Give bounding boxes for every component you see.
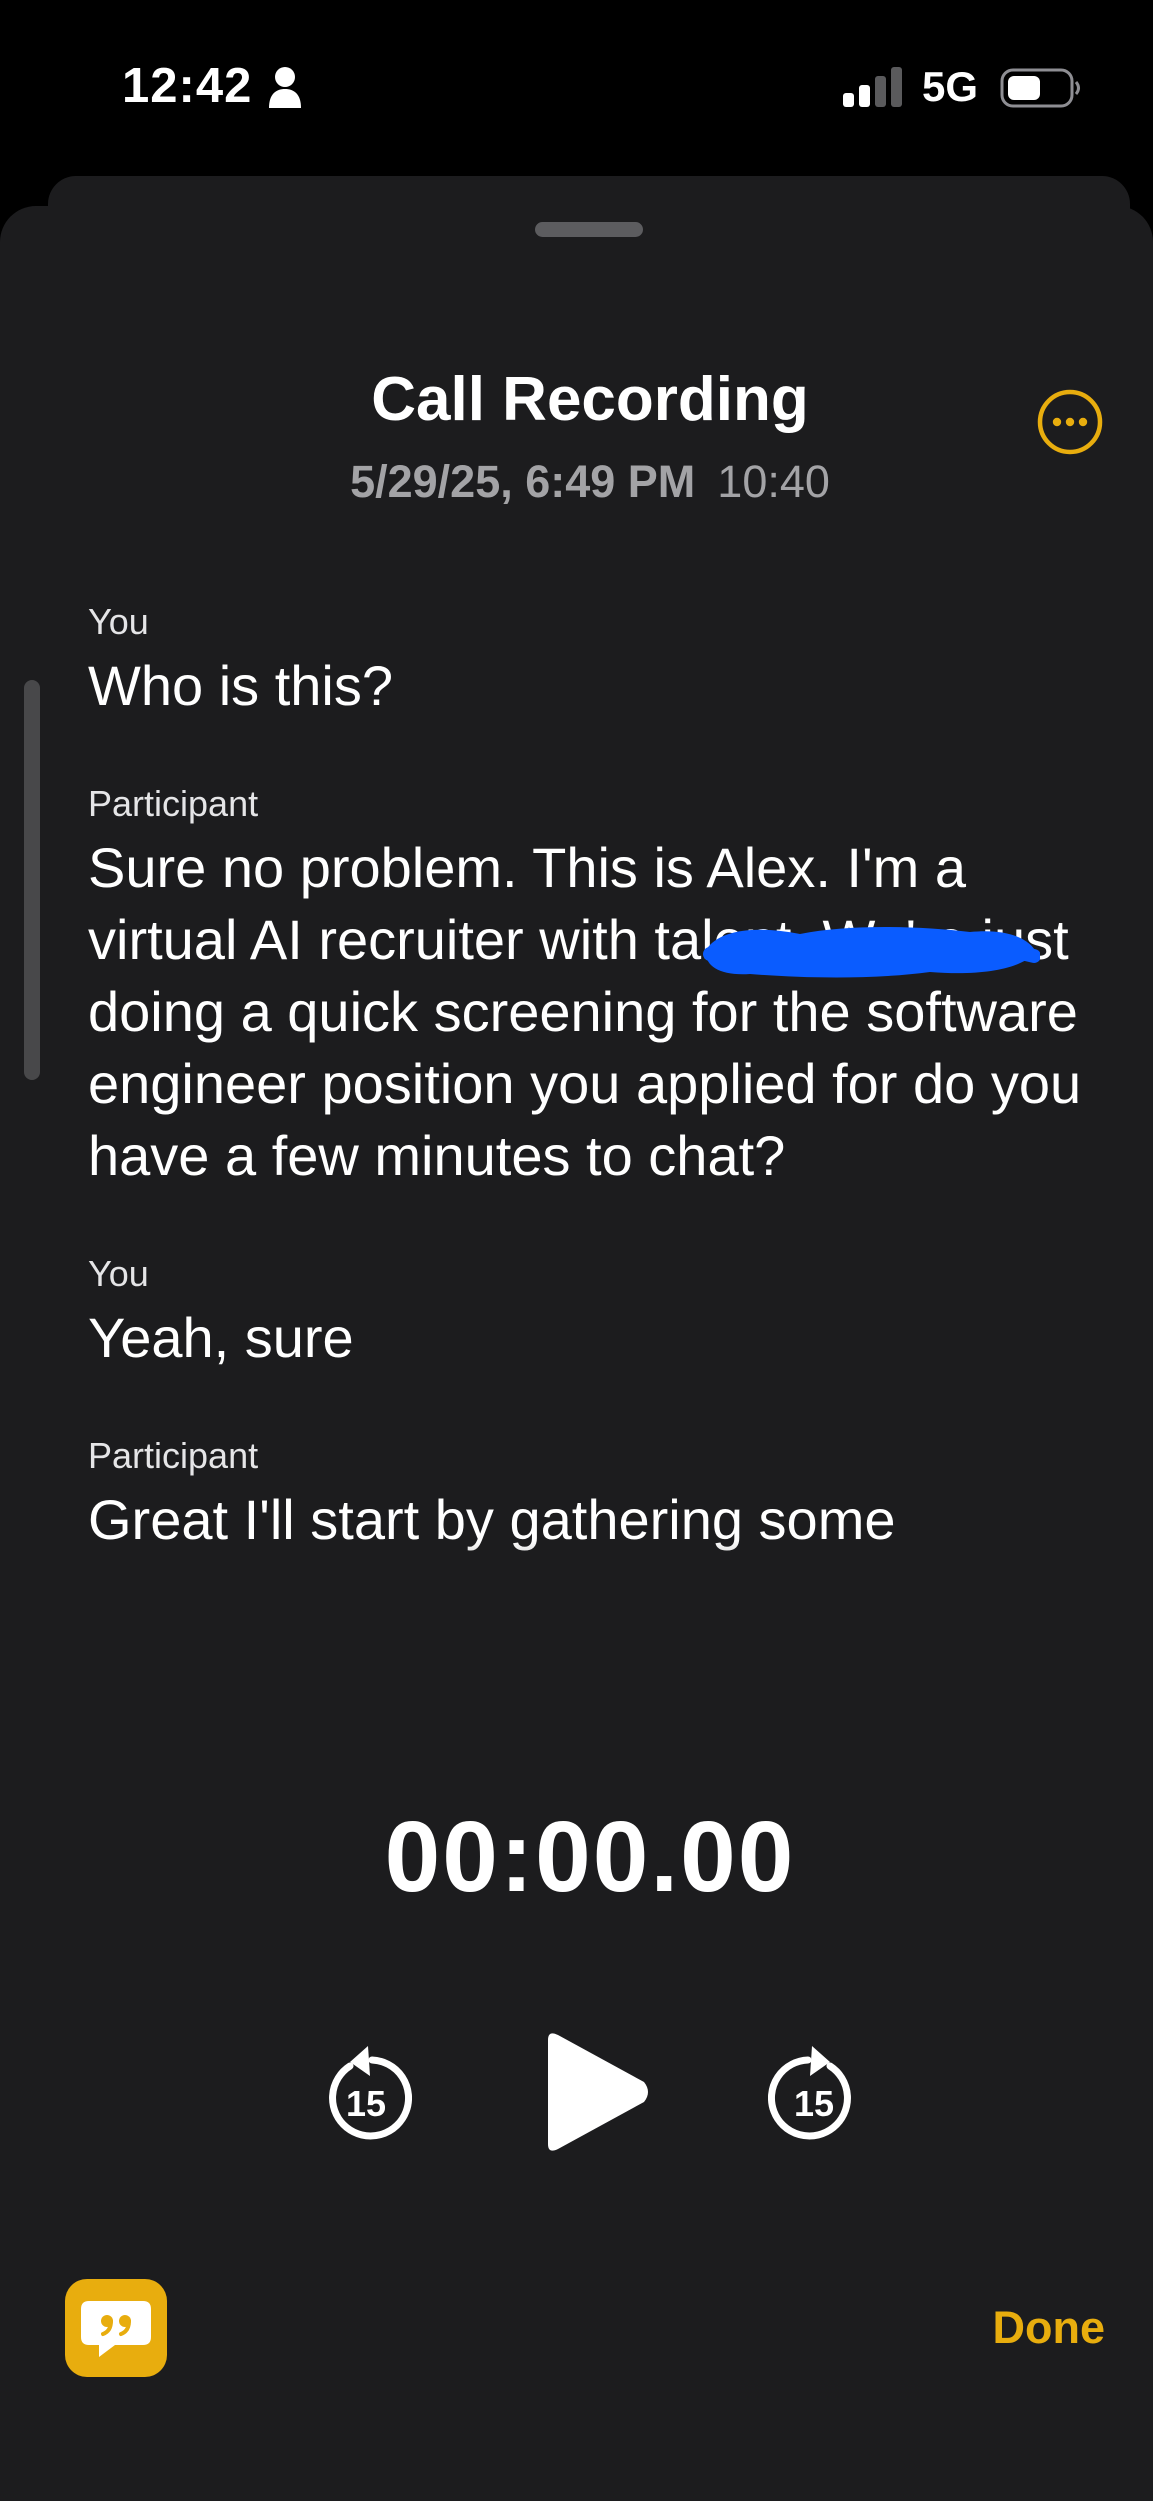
- skip-forward-15-icon[interactable]: 15: [768, 2040, 860, 2140]
- more-options-icon[interactable]: [1036, 388, 1104, 456]
- recording-meta: 5/29/25, 6:49 PM 10:40: [0, 456, 1153, 508]
- redaction-scribble: [703, 927, 1040, 978]
- transcript[interactable]: You Who is this? Participant Sure no pro…: [88, 600, 1088, 1630]
- person-icon: [269, 67, 301, 108]
- playback-time: 00:00.00: [384, 1801, 796, 1913]
- done-button[interactable]: Done: [993, 2302, 1106, 2354]
- speaker-label: Participant: [88, 1435, 259, 1476]
- utterance-text: Sure no problem. This is Alex. I'm a vir…: [88, 836, 1082, 1187]
- utterance-text: Yeah, sure: [88, 1306, 354, 1369]
- transcript-entry: Participant Sure no problem. This is Ale…: [88, 782, 1088, 1192]
- speaker-label: You: [88, 601, 149, 642]
- transcript-toggle-button[interactable]: [65, 2279, 167, 2377]
- speaker-label: Participant: [88, 783, 259, 824]
- transcript-entry: Participant Great I'll start by gatherin…: [88, 1434, 1088, 1556]
- transcript-entry: You Yeah, sure: [88, 1252, 1088, 1374]
- status-time: 12:42: [122, 59, 253, 113]
- status-bar: 12:42 5G: [0, 0, 1153, 170]
- recording-date: 5/29/25, 6:49 PM: [350, 456, 696, 507]
- skip-back-label: 15: [346, 2083, 386, 2124]
- network-type: 5G: [922, 63, 979, 110]
- skip-back-15-icon[interactable]: 15: [320, 2040, 412, 2140]
- signal-icon: [843, 67, 902, 107]
- battery-icon: [1000, 68, 1080, 108]
- transcript-entry: You Who is this?: [88, 600, 1088, 722]
- scroll-indicator[interactable]: [24, 680, 40, 1080]
- utterance-text: Who is this?: [88, 654, 393, 717]
- sheet-grabber[interactable]: [535, 222, 643, 237]
- transcript-fade: [0, 1540, 1153, 1650]
- recording-duration: 10:40: [717, 456, 830, 507]
- play-icon[interactable]: [540, 2030, 652, 2154]
- transcript-quote-icon: [81, 2301, 151, 2357]
- speaker-label: You: [88, 1253, 149, 1294]
- page-title: Call Recording: [371, 365, 809, 434]
- skip-forward-label: 15: [794, 2083, 834, 2124]
